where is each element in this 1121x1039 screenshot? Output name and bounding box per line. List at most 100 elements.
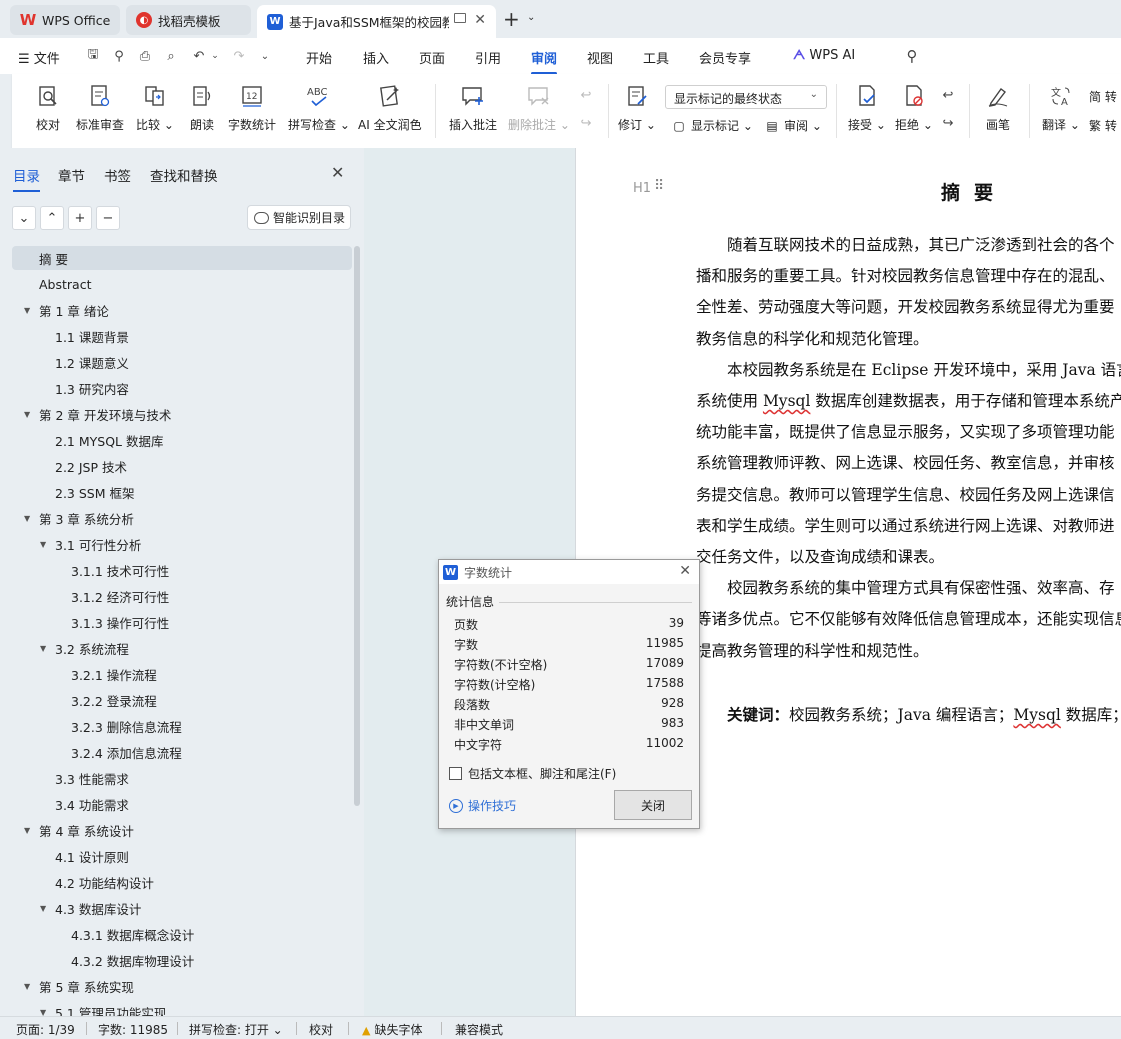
tips-link[interactable]: ▶ 操作技巧 xyxy=(449,797,516,814)
read-aloud-button[interactable]: 朗读 xyxy=(188,82,216,133)
translate-button[interactable]: 文A 翻译 ⌄ xyxy=(1042,82,1080,133)
menu-insert[interactable]: 插入 xyxy=(363,48,389,67)
toc-item[interactable]: 4.3.1 数据库概念设计 xyxy=(12,922,352,946)
collapse-arrow-icon[interactable]: ▼ xyxy=(40,540,46,549)
proofread-button[interactable]: 校对 xyxy=(34,82,62,133)
collapse-chevron-up-icon[interactable]: ⌃ xyxy=(40,206,64,230)
toc-item[interactable]: ▼ 3.1 可行性分析 xyxy=(12,532,352,556)
proof-status[interactable]: 校对 xyxy=(309,1021,333,1038)
next-change-icon[interactable]: ↪ xyxy=(939,114,957,132)
undo-dropdown-icon[interactable]: ⌄ xyxy=(206,47,224,65)
compare-button[interactable]: 比较 ⌄ xyxy=(136,82,174,133)
toc-item[interactable]: ▼ 第 1 章 绪论 xyxy=(12,298,352,322)
toc-item[interactable]: 3.4 功能需求 xyxy=(12,792,352,816)
toc-item[interactable]: 3.2.2 登录流程 xyxy=(12,688,352,712)
menu-wps-ai[interactable]: ᗅ WPS AI xyxy=(793,48,855,63)
accept-button[interactable]: 接受 ⌄ xyxy=(848,82,886,133)
reject-button[interactable]: 拒绝 ⌄ xyxy=(895,82,933,133)
monitor-icon[interactable] xyxy=(454,13,466,23)
menu-review[interactable]: 审阅 xyxy=(531,48,558,75)
drag-handle-icon[interactable]: ⠿ xyxy=(654,178,664,194)
tab-toc[interactable]: 目录 xyxy=(13,165,40,192)
previous-change-icon[interactable]: ↩ xyxy=(939,86,957,104)
toc-item[interactable]: 摘 要 xyxy=(12,246,352,270)
collapse-arrow-icon[interactable]: ▼ xyxy=(40,644,46,653)
dialog-close-icon[interactable]: ✕ xyxy=(679,563,691,579)
spell-check-button[interactable]: ABC 拼写检查 ⌄ xyxy=(288,82,350,133)
close-button[interactable]: 关闭 xyxy=(614,790,692,820)
checkbox-box[interactable] xyxy=(449,767,462,780)
review-pane-button[interactable]: ▤ 审阅 ⌄ xyxy=(764,117,822,134)
menu-tools[interactable]: 工具 xyxy=(643,48,669,67)
toc-item[interactable]: ▼ 第 5 章 系统实现 xyxy=(12,974,352,998)
more-chevron-icon[interactable]: ⌄ xyxy=(256,47,274,65)
simplified-convert-button[interactable]: 简 转 xyxy=(1089,88,1117,105)
toc-item[interactable]: 1.3 研究内容 xyxy=(12,376,352,400)
toc-item[interactable]: 3.1.3 操作可行性 xyxy=(12,610,352,634)
toc-item[interactable]: 4.1 设计原则 xyxy=(12,844,352,868)
track-changes-button[interactable]: 修订 ⌄ xyxy=(618,82,656,133)
share-icon[interactable]: ⚲ xyxy=(110,47,128,65)
toc-item[interactable]: 3.2.4 添加信息流程 xyxy=(12,740,352,764)
toc-item[interactable]: 4.2 功能结构设计 xyxy=(12,870,352,894)
dialog-title-bar[interactable]: W 字数统计 xyxy=(439,560,699,584)
page-indicator[interactable]: 页面: 1/39 xyxy=(16,1021,75,1038)
toc-item[interactable]: 1.1 课题背景 xyxy=(12,324,352,348)
next-comment-icon[interactable]: ↪ xyxy=(577,114,595,132)
remove-heading-minus-icon[interactable]: − xyxy=(96,206,120,230)
toc-item[interactable]: ▼ 3.2 系统流程 xyxy=(12,636,352,660)
tab-bookmarks[interactable]: 书签 xyxy=(104,165,131,185)
toc-item[interactable]: ▼ 第 3 章 系统分析 xyxy=(12,506,352,530)
toc-item[interactable]: 2.1 MYSQL 数据库 xyxy=(12,428,352,452)
tab-sections[interactable]: 章节 xyxy=(58,165,85,185)
add-heading-plus-icon[interactable]: + xyxy=(68,206,92,230)
collapse-arrow-icon[interactable]: ▼ xyxy=(24,514,30,523)
standard-review-button[interactable]: 标准审查 xyxy=(76,82,124,133)
redo-icon[interactable]: ↷ xyxy=(230,47,248,65)
toc-item[interactable]: 3.2.3 删除信息流程 xyxy=(12,714,352,738)
spell-check-status[interactable]: 拼写检查: 打开 ⌄ xyxy=(189,1021,283,1038)
collapse-arrow-icon[interactable]: ▼ xyxy=(24,982,30,991)
word-count-status[interactable]: 字数: 11985 xyxy=(98,1021,168,1038)
menu-view[interactable]: 视图 xyxy=(587,48,613,67)
toc-item[interactable]: 2.2 JSP 技术 xyxy=(12,454,352,478)
ai-polish-button[interactable]: AI 全文润色 xyxy=(358,82,422,133)
close-tab-icon[interactable]: ✕ xyxy=(474,12,486,28)
previous-comment-icon[interactable]: ↩ xyxy=(577,86,595,104)
toc-scrollbar[interactable] xyxy=(354,246,360,806)
toc-item[interactable]: 3.2.1 操作流程 xyxy=(12,662,352,686)
tab-docer-templates[interactable]: ◐ 找稻壳模板 xyxy=(126,5,251,35)
new-tab-icon[interactable]: + xyxy=(503,8,520,30)
toc-item[interactable]: 3.1.1 技术可行性 xyxy=(12,558,352,582)
insert-comment-button[interactable]: 插入批注 xyxy=(449,82,497,133)
menu-page[interactable]: 页面 xyxy=(419,48,445,67)
tab-wps-office[interactable]: W WPS Office xyxy=(10,5,120,35)
smart-toc-button[interactable]: 智能识别目录 xyxy=(247,205,351,230)
traditional-convert-button[interactable]: 繁 转 xyxy=(1089,117,1117,134)
expand-chevron-down-icon[interactable]: ⌄ xyxy=(12,206,36,230)
toc-item[interactable]: 1.2 课题意义 xyxy=(12,350,352,374)
file-menu[interactable]: ☰ 文件 xyxy=(18,48,60,67)
show-markup-button[interactable]: ▢ 显示标记 ⌄ xyxy=(671,117,753,134)
tab-list-chevron-icon[interactable]: ⌄ xyxy=(527,12,535,23)
word-count-button[interactable]: 12 字数统计 xyxy=(228,82,276,133)
collapse-arrow-icon[interactable]: ▼ xyxy=(24,826,30,835)
missing-font-status[interactable]: ▲ 缺失字体 xyxy=(362,1021,422,1038)
collapse-arrow-icon[interactable]: ▼ xyxy=(24,306,30,315)
markup-state-select[interactable]: 显示标记的最终状态 ⌄ xyxy=(665,85,827,109)
toc-item[interactable]: 3.1.2 经济可行性 xyxy=(12,584,352,608)
toc-item[interactable]: Abstract xyxy=(12,272,352,296)
collapse-arrow-icon[interactable]: ▼ xyxy=(40,904,46,913)
pen-button[interactable]: 画笔 xyxy=(984,82,1012,133)
save-icon[interactable]: 🖫 xyxy=(84,47,102,65)
menu-member[interactable]: 会员专享 xyxy=(699,48,751,67)
search-icon[interactable]: ⚲ xyxy=(903,47,921,65)
menu-start[interactable]: 开始 xyxy=(306,48,332,67)
toc-item[interactable]: ▼ 4.3 数据库设计 xyxy=(12,896,352,920)
toc-item[interactable]: ▼ 第 2 章 开发环境与技术 xyxy=(12,402,352,426)
tab-find-replace[interactable]: 查找和替换 xyxy=(150,165,218,185)
print-preview-icon[interactable]: ⌕ xyxy=(162,47,180,65)
menu-references[interactable]: 引用 xyxy=(475,48,501,67)
include-textboxes-checkbox[interactable]: 包括文本框、脚注和尾注(F) xyxy=(449,765,616,782)
toc-item[interactable]: 2.3 SSM 框架 xyxy=(12,480,352,504)
